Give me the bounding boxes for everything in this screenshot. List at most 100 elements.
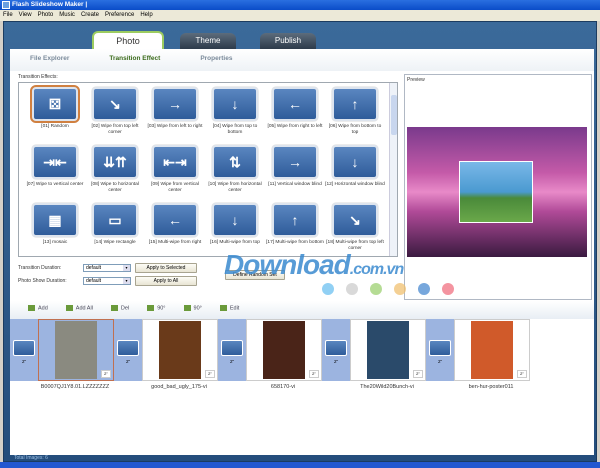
transition-slot[interactable]: 2" — [114, 319, 142, 381]
transition-label: [04] Wipe from top to bottom — [212, 124, 258, 135]
transition-label: [09] Wipe from vertical center — [151, 182, 199, 193]
watermark-dot — [370, 283, 382, 295]
watermark-dot — [346, 283, 358, 295]
transition-item[interactable]: ← [15] Multi-wipe from right — [145, 203, 205, 246]
transition-item[interactable]: ↓ [16] Multi-wipe from top — [205, 203, 265, 246]
transition-item[interactable]: ↑ [17] Multi-wipe from bottom — [265, 203, 325, 246]
transition-item[interactable]: ⇥⇤ [07] Wipe to vertical center — [25, 145, 85, 188]
transition-label: [07] Wipe to vertical center — [26, 182, 84, 187]
photo-thumbnail[interactable]: 2" — [454, 319, 530, 381]
preview-image — [407, 127, 587, 257]
add-all-button[interactable]: Add All — [65, 305, 93, 319]
grid-scrollbar[interactable] — [389, 83, 397, 256]
apply-to-selected-button[interactable]: Apply to Selected — [135, 263, 197, 273]
transition-label: [05] Wipe from right to left — [267, 124, 323, 129]
transition-item[interactable]: ↓ [04] Wipe from top to bottom — [205, 87, 265, 135]
transition-label: [17] Multi-wipe from bottom — [266, 240, 324, 245]
transition-slot[interactable]: 2" — [218, 319, 246, 381]
menu-view[interactable]: View — [19, 12, 32, 19]
apply-to-all-button[interactable]: Apply to All — [135, 276, 197, 286]
watermark-dot — [442, 283, 454, 295]
photo-duration-select[interactable]: default ▾ — [83, 277, 131, 285]
edit-icon — [219, 305, 227, 311]
title-bar: Flash Slideshow Maker | — [0, 0, 600, 10]
subtab-transition-effect[interactable]: Transition Effect — [109, 55, 160, 71]
transition-label: [14] Wipe rectangle — [94, 240, 136, 245]
menu-photo[interactable]: Photo — [38, 12, 54, 19]
rotate-right-icon — [183, 305, 191, 311]
poster-image — [471, 321, 513, 379]
tab-photo[interactable]: Photo — [92, 31, 164, 49]
menu-file[interactable]: File — [3, 12, 13, 19]
transition-icon: ⇤⇥ — [152, 145, 198, 179]
transition-icon: → — [272, 145, 318, 179]
transition-icon: ▭ — [92, 203, 138, 237]
transition-icon: → — [152, 87, 198, 121]
transition-item[interactable]: ↑ [06] Wipe from bottom to top — [325, 87, 385, 135]
photo-filename: 658170-vi — [270, 384, 296, 390]
photo-duration: 2" — [205, 370, 215, 378]
subtab-file-explorer[interactable]: File Explorer — [30, 55, 69, 71]
rotate-right-button[interactable]: 90° — [183, 305, 202, 319]
photo-toolbar: Add Add All Del 90° 90° Edit — [10, 301, 594, 319]
transition-icon: ⇅ — [212, 145, 258, 179]
delete-icon — [110, 305, 118, 311]
transition-duration-select[interactable]: default ▾ — [83, 264, 131, 272]
transition-label: [12] Horizontal window blind — [325, 182, 385, 187]
transition-item[interactable]: ⚄ [01] Random — [25, 85, 85, 130]
transition-icon: ↘ — [92, 87, 138, 121]
transition-label: [03] Wipe from left to right — [147, 124, 203, 129]
transition-slot[interactable]: 2" — [10, 319, 38, 381]
transition-duration: 2" — [333, 359, 339, 364]
menu-music[interactable]: Music — [59, 12, 75, 19]
transition-item[interactable]: ← [05] Wipe from right to left — [265, 87, 325, 130]
transition-grid: ⚄ [01] Random ↘ [02] Wipe from top left cor… — [18, 82, 398, 257]
tab-publish[interactable]: Publish — [260, 33, 316, 49]
transition-item[interactable]: ⇤⇥ [09] Wipe from vertical center — [145, 145, 205, 193]
photo-filename: The20Wild20Bunch-vi — [360, 384, 414, 390]
rotate-left-button[interactable]: 90° — [147, 305, 166, 319]
poster-image — [159, 321, 201, 379]
transition-item[interactable]: ▭ [14] Wipe rectangle — [85, 203, 145, 246]
add-button[interactable]: Add — [28, 305, 48, 319]
transition-slot[interactable]: 2" — [322, 319, 350, 381]
transition-item[interactable]: ⇊⇈ [08] Wipe to horizontal center — [85, 145, 145, 193]
transition-item[interactable]: ↘ [02] Wipe from top left corner — [85, 87, 145, 135]
delete-button[interactable]: Del — [110, 305, 129, 319]
photo-thumbnail[interactable]: 2" — [38, 319, 114, 381]
transition-icon — [13, 340, 35, 356]
subtab-properties[interactable]: Properties — [200, 55, 232, 71]
main-frame: Photo Theme Publish File Explorer Transi… — [3, 21, 597, 462]
sub-tabs: File Explorer Transition Effect Properti… — [10, 49, 594, 71]
transition-duration-label: Transition Duration: — [18, 265, 62, 271]
transition-item[interactable]: ↘ [18] Multi-wipe from top left corner — [325, 203, 385, 251]
poster-image — [367, 321, 409, 379]
transition-item[interactable]: → [03] Wipe from left to right — [145, 87, 205, 130]
tab-theme[interactable]: Theme — [180, 33, 236, 49]
preview-panel: Preview — [404, 74, 592, 300]
photo-duration: 2" — [101, 370, 111, 378]
transition-icon — [325, 340, 347, 356]
app-icon — [2, 1, 10, 9]
menu-preference[interactable]: Preference — [105, 12, 134, 19]
transition-item[interactable]: → [11] Vertical window blind — [265, 145, 325, 188]
menu-help[interactable]: Help — [140, 12, 152, 19]
photo-thumbnail[interactable]: 2" — [350, 319, 426, 381]
preview-label: Preview — [407, 77, 425, 83]
edit-button[interactable]: Edit — [219, 305, 239, 319]
menu-bar: File View Photo Music Create Preference Help — [0, 10, 600, 21]
transition-icon: ↑ — [332, 87, 378, 121]
transition-item[interactable]: ⇅ [10] Wipe from horizontal center — [205, 145, 265, 193]
preview-inset-photo — [459, 161, 533, 223]
transition-item[interactable]: ▦ [13] mosaic — [25, 203, 85, 246]
transition-label: [01] Random — [41, 124, 69, 129]
transition-icon: ↓ — [332, 145, 378, 179]
menu-create[interactable]: Create — [81, 12, 99, 19]
photo-thumbnail[interactable]: 2" — [142, 319, 218, 381]
transition-icon: ▦ — [32, 203, 78, 237]
transition-duration: 2" — [21, 359, 27, 364]
transition-icon: ← — [152, 203, 198, 237]
photo-thumbnail[interactable]: 2" — [246, 319, 322, 381]
transition-slot[interactable]: 2" — [426, 319, 454, 381]
transition-item[interactable]: ↓ [12] Horizontal window blind — [325, 145, 385, 188]
